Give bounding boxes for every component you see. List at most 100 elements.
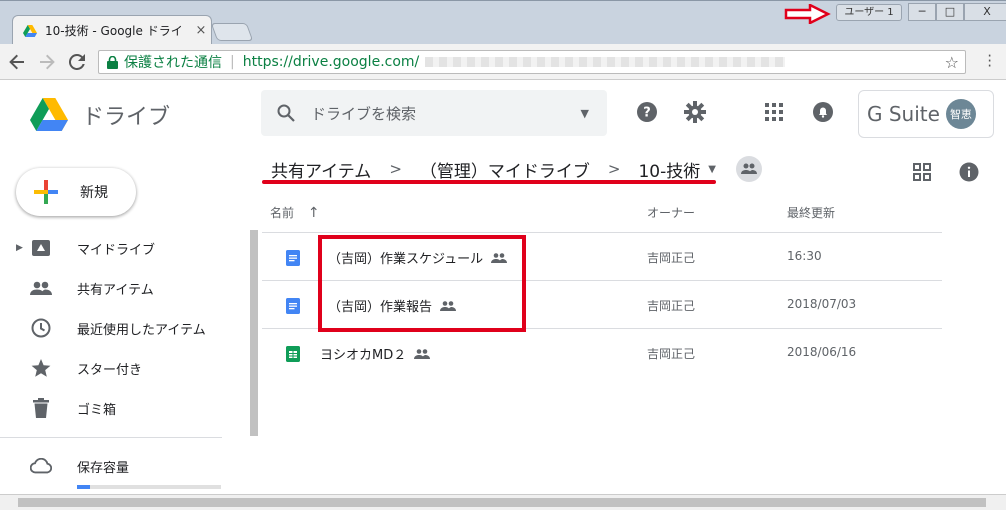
breadcrumb-red-underline-annotation — [262, 180, 716, 184]
new-tab-button[interactable] — [210, 23, 254, 41]
file-owner: 吉岡正己 — [647, 299, 696, 313]
tab-title: 10-技術 - Google ドライ — [45, 24, 183, 38]
trash-icon — [30, 397, 52, 419]
breadcrumb-item-shared[interactable]: 共有アイテム — [271, 157, 371, 182]
sidebar-item-my-drive[interactable]: ▶ マイドライブ — [0, 232, 230, 264]
back-button[interactable] — [4, 49, 30, 75]
url-blurred-path — [425, 57, 786, 67]
star-icon — [30, 357, 52, 379]
bookmark-star-icon[interactable]: ☆ — [945, 53, 959, 72]
breadcrumb-item-current-folder[interactable]: 10-技術 — [638, 157, 700, 182]
column-header-name[interactable]: 名前 ↑ — [270, 204, 320, 221]
file-owner: 吉岡正己 — [647, 251, 696, 265]
google-doc-icon — [286, 250, 300, 266]
secure-indicator[interactable]: 保護された通信 — [107, 52, 222, 72]
lock-icon — [107, 55, 118, 69]
notifications-button[interactable] — [811, 100, 835, 124]
new-button-label: 新規 — [80, 185, 108, 201]
people-icon — [30, 277, 52, 299]
file-row[interactable]: ヨシオカMD２ 吉岡正己 2018/06/16 — [262, 329, 942, 377]
new-button[interactable]: 新規 — [16, 168, 136, 216]
shared-people-icon — [414, 348, 431, 359]
grid-view-icon — [913, 163, 931, 181]
details-button[interactable] — [957, 160, 981, 184]
avatar[interactable]: 智恵 — [945, 99, 976, 129]
help-icon: ? — [637, 102, 657, 122]
gsuite-account-button[interactable]: G Suite 智恵 — [858, 90, 994, 138]
user-profile-label[interactable]: ユーザー 1 — [836, 4, 902, 21]
expand-arrow-icon[interactable]: ▶ — [0, 243, 23, 253]
gear-icon — [684, 101, 706, 123]
browser-tab[interactable]: 10-技術 - Google ドライ × — [12, 15, 212, 45]
settings-button[interactable] — [683, 100, 707, 124]
shared-folder-button[interactable] — [735, 156, 762, 182]
sidebar-item-starred[interactable]: スター付き — [0, 352, 230, 384]
maximize-button[interactable]: □ — [936, 3, 964, 21]
clock-icon — [30, 317, 52, 339]
reload-icon — [69, 53, 85, 70]
secure-label: 保護された通信 — [124, 55, 222, 71]
sidebar-scrollbar[interactable] — [250, 230, 258, 436]
browser-menu-icon[interactable]: · · · — [987, 49, 992, 74]
gsuite-logo-text: G Suite — [867, 102, 940, 126]
breadcrumb-separator: > — [607, 160, 621, 178]
breadcrumb-item-admin-mydrive[interactable]: （管理）マイドライブ — [420, 157, 590, 182]
horizontal-scrollbar[interactable] — [0, 494, 1006, 510]
minimize-button[interactable]: ─ — [908, 3, 936, 21]
file-name: ヨシオカMD２ — [320, 344, 431, 363]
help-button[interactable]: ? — [635, 100, 659, 124]
cloud-icon — [30, 455, 52, 477]
storage-usage-bar — [77, 485, 221, 489]
sidebar-item-shared[interactable]: 共有アイテム — [0, 272, 230, 304]
drive-app: ドライブ ドライブを検索 ▼ ? G Suite 智恵 共有アイテム > （管理… — [0, 80, 1006, 494]
search-bar[interactable]: ドライブを検索 ▼ — [261, 90, 607, 136]
red-highlight-box-annotation — [318, 235, 526, 332]
grid-view-button[interactable] — [910, 160, 934, 184]
drive-logo-icon — [30, 98, 68, 131]
column-header-owner[interactable]: オーナー — [647, 204, 695, 221]
breadcrumb-separator: > — [389, 160, 402, 178]
sidebar-item-trash[interactable]: ゴミ箱 — [0, 392, 230, 424]
drive-logo[interactable]: ドライブ — [30, 98, 170, 131]
file-modified: 2018/06/16 — [787, 345, 857, 359]
sidebar-item-label: スター付き — [77, 362, 143, 378]
column-header-name-label: 名前 — [270, 206, 295, 220]
horizontal-scrollbar-thumb[interactable] — [18, 498, 986, 507]
file-name-text: ヨシオカMD２ — [320, 348, 407, 363]
reload-button[interactable] — [64, 49, 90, 75]
sidebar-item-storage[interactable]: 保存容量 — [0, 450, 230, 482]
search-input[interactable]: ドライブを検索 — [311, 103, 581, 124]
storage-usage-fill — [77, 485, 90, 489]
search-options-dropdown-icon[interactable]: ▼ — [581, 107, 589, 120]
google-doc-icon — [286, 298, 300, 314]
sidebar-item-label: 最近使用したアイテム — [77, 322, 206, 338]
breadcrumb: 共有アイテム > （管理）マイドライブ > 10-技術 ▼ — [271, 156, 762, 182]
close-window-button[interactable]: X — [964, 3, 1006, 21]
address-bar[interactable]: 保護された通信 | https://drive.google.com/ ☆ — [98, 50, 966, 74]
folder-menu-dropdown-icon[interactable]: ▼ — [708, 164, 716, 175]
sidebar-item-label: マイドライブ — [77, 242, 156, 258]
storage-label: 保存容量 — [77, 460, 130, 476]
sidebar-divider — [0, 437, 222, 438]
forward-arrow-icon — [40, 54, 55, 69]
search-icon — [277, 104, 295, 122]
drive-icon — [30, 237, 52, 259]
browser-titlebar: 10-技術 - Google ドライ × ユーザー 1 ─ □ X — [0, 0, 1006, 45]
back-arrow-icon — [9, 54, 24, 69]
forward-button[interactable] — [34, 49, 60, 75]
red-arrow-annotation-icon — [784, 4, 831, 24]
svg-text:?: ? — [643, 106, 651, 121]
column-header-modified[interactable]: 最終更新 — [787, 204, 835, 221]
file-owner: 吉岡正己 — [647, 347, 696, 361]
tab-close-icon[interactable]: × — [191, 23, 211, 38]
drive-logo-text: ドライブ — [82, 104, 171, 130]
sort-ascending-arrow-icon[interactable]: ↑ — [308, 205, 320, 221]
info-icon — [959, 162, 979, 182]
browser-toolbar: 保護された通信 | https://drive.google.com/ ☆ · ·… — [0, 44, 1006, 80]
people-icon — [740, 163, 757, 174]
sidebar-item-label: 共有アイテム — [77, 282, 154, 298]
apps-grid-icon — [765, 103, 783, 121]
sidebar-item-recent[interactable]: 最近使用したアイテム — [0, 312, 230, 344]
sidebar-item-label: ゴミ箱 — [77, 402, 117, 418]
apps-launcher-button[interactable] — [762, 100, 786, 124]
